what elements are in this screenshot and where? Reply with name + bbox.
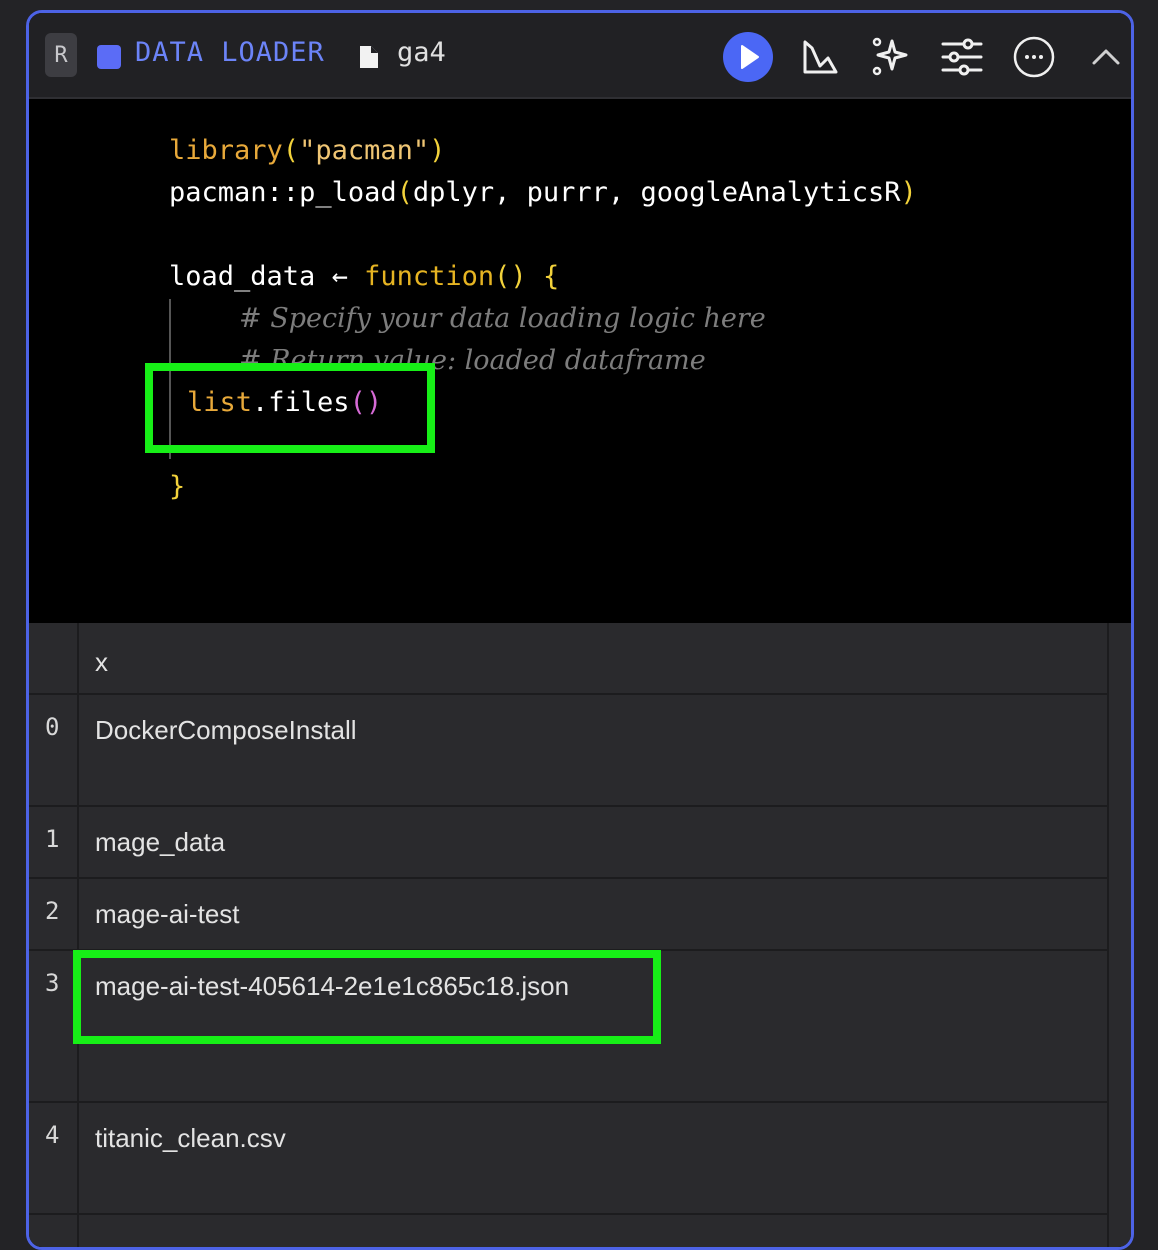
row-index: 2 [45,897,60,925]
table-row: 0 DockerComposeInstall [29,695,1107,807]
highlight-box-code [145,363,435,453]
code-closing-brace: } [169,471,186,502]
highlight-box-output [73,950,661,1044]
code-line-4: load_data ← function() { [169,261,560,292]
block-type-color-icon [97,45,121,69]
row-index: 0 [45,713,60,741]
chart-icon [803,40,838,74]
data-loader-block: R DATA LOADER ga4 library("pacman") pacm… [26,10,1134,1250]
column-header-x: x [95,647,108,677]
more-options-icon [1013,36,1055,78]
code-line-1: library("pacman") [169,135,446,166]
code-line-2: pacman::p_load(dplyr, purrr, googleAnaly… [169,177,917,208]
output-table: x 0 DockerComposeInstall 1 mage_data 2 m… [29,623,1131,1247]
block-name[interactable]: ga4 [397,37,446,68]
row-value: mage-ai-test [95,899,240,929]
file-icon [360,46,378,68]
table-row: 1 mage_data [29,807,1107,879]
ai-sparkle-icon [872,37,908,76]
table-right-border [1107,623,1109,1247]
row-value: mage_data [95,827,226,857]
row-index: 4 [45,1121,60,1149]
ai-generate-button[interactable] [863,33,917,81]
more-options-button[interactable] [1007,33,1061,81]
settings-button[interactable] [935,33,989,81]
run-button[interactable] [721,32,775,82]
collapse-button[interactable] [1079,33,1131,81]
row-index: 1 [45,825,60,853]
chevron-up-icon [1092,49,1120,65]
run-icon [723,32,773,82]
table-row: 2 mage-ai-test [29,879,1107,951]
settings-sliders-icon [941,38,983,76]
table-row: 4 titanic_clean.csv [29,1103,1107,1215]
charts-button[interactable] [793,33,847,81]
block-type-label: DATA LOADER [135,37,325,68]
table-header-row: x [29,623,1107,695]
language-badge: R [45,33,77,77]
row-index: 3 [45,969,60,997]
block-header: R DATA LOADER ga4 [29,13,1131,99]
row-value: DockerComposeInstall [95,715,357,745]
code-editor[interactable]: library("pacman") pacman::p_load(dplyr, … [29,99,1131,623]
code-comment-1: # Specify your data loading logic here [239,303,766,334]
row-value: titanic_clean.csv [95,1123,286,1153]
